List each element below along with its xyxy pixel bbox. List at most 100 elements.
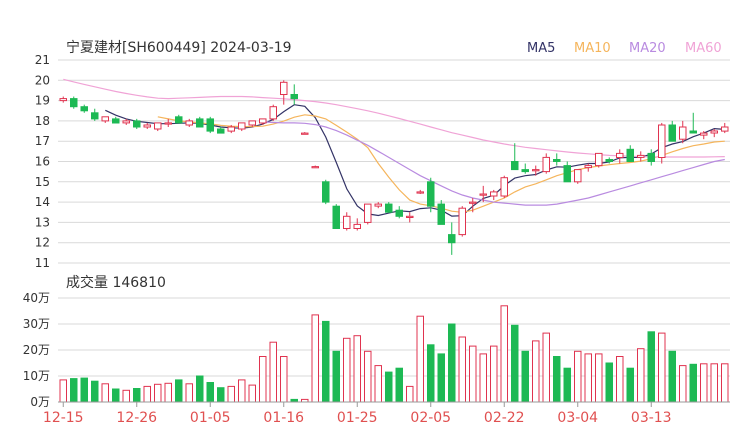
price-tick-label: 18 xyxy=(35,114,50,128)
legend-ma60: MA60 xyxy=(685,41,722,56)
volume-bar xyxy=(101,383,109,403)
candle-body xyxy=(427,181,435,207)
stock-chart-widget: 宁夏建材[SH600449] 2024-03-19 MA5 MA10 MA20 … xyxy=(0,0,740,440)
volume-bar xyxy=(595,353,603,403)
price-tick-label: 16 xyxy=(35,155,50,169)
volume-bar xyxy=(80,377,88,403)
volume-tick-label: 10万 xyxy=(23,369,50,383)
candlestick xyxy=(406,212,414,223)
volume-bar xyxy=(406,385,414,403)
candle-body xyxy=(647,152,655,162)
candle-body xyxy=(469,201,477,204)
volume-bar xyxy=(280,356,288,403)
volume-bar xyxy=(364,350,372,403)
volume-bars xyxy=(59,305,729,403)
candlestick xyxy=(595,152,603,168)
candlestick xyxy=(353,218,361,231)
candlestick xyxy=(542,153,550,174)
legend-ma5: MA5 xyxy=(527,41,555,56)
volume-bar xyxy=(196,375,204,403)
volume-bar xyxy=(553,356,561,403)
candle-body xyxy=(143,124,151,128)
candle-body xyxy=(343,215,351,230)
candle-body xyxy=(59,98,67,102)
volume-tick-label: 40万 xyxy=(23,291,50,305)
volume-tick-label: 0万 xyxy=(30,395,50,409)
candle-body xyxy=(563,165,571,183)
price-tick-label: 19 xyxy=(35,94,50,108)
volume-bar xyxy=(679,365,687,403)
volume-bar xyxy=(70,378,78,403)
candle-body xyxy=(374,203,382,207)
candlestick xyxy=(206,116,214,134)
price-tick-label: 12 xyxy=(35,236,50,250)
volume-bar xyxy=(122,389,130,403)
candle-body xyxy=(437,203,445,225)
candle-body xyxy=(80,106,88,112)
candlestick xyxy=(563,161,571,183)
volume-bar xyxy=(658,332,666,403)
candlesticks xyxy=(59,80,729,255)
candle-body xyxy=(595,152,603,167)
candlestick xyxy=(59,96,67,103)
candle-body xyxy=(322,181,330,203)
volume-bar xyxy=(353,335,361,403)
x-tick-label: 02-05 xyxy=(410,410,451,426)
volume-bar xyxy=(710,363,718,403)
volume-bar xyxy=(322,320,330,403)
volume-bar xyxy=(206,382,214,403)
candle-body xyxy=(500,177,508,197)
x-tick-label: 12-26 xyxy=(116,410,157,426)
volume-bar xyxy=(563,367,571,403)
candle-body xyxy=(605,159,613,162)
candlestick xyxy=(584,163,592,172)
volume-y-axis: 0万 10万 20万 30万 40万 xyxy=(23,291,50,409)
candle-body xyxy=(490,191,498,197)
candlestick xyxy=(154,122,162,132)
candlestick xyxy=(301,132,309,135)
candle-body xyxy=(101,116,109,122)
volume-tick-label: 20万 xyxy=(23,343,50,357)
candlestick xyxy=(521,163,529,174)
candle-body xyxy=(532,169,540,172)
candle-body xyxy=(280,81,288,96)
candle-body xyxy=(133,120,141,128)
candle-body xyxy=(353,223,361,229)
x-tick-label: 01-05 xyxy=(190,410,231,426)
candlestick xyxy=(91,108,99,121)
candlestick xyxy=(658,122,666,164)
candle-body xyxy=(122,120,130,124)
candle-body xyxy=(311,166,319,169)
volume-bar xyxy=(437,353,445,403)
candle-body xyxy=(406,215,414,219)
volume-bar xyxy=(500,305,508,403)
candlestick xyxy=(574,169,582,184)
candle-body xyxy=(710,130,718,134)
candle-body xyxy=(185,120,193,126)
volume-bar xyxy=(91,380,99,403)
volume-bar xyxy=(332,350,340,403)
candlestick xyxy=(416,189,424,194)
candlestick xyxy=(322,179,330,205)
candle-body xyxy=(458,207,466,236)
price-tick-label: 13 xyxy=(35,215,50,229)
volume-bar xyxy=(175,379,183,403)
candle-body xyxy=(206,118,214,132)
volume-bar xyxy=(616,356,624,403)
volume-bar xyxy=(605,362,613,403)
price-tick-label: 20 xyxy=(35,73,50,87)
candlestick xyxy=(721,122,729,134)
volume-bar xyxy=(469,345,477,403)
volume-bar xyxy=(311,314,319,403)
candlestick xyxy=(689,112,697,134)
date-x-axis: 12-15 12-26 01-05 01-16 01-25 02-05 02-22 03-04… xyxy=(43,401,730,426)
volume-bar xyxy=(448,323,456,403)
volume-bar xyxy=(238,379,246,403)
candlestick xyxy=(143,122,151,130)
volume-bar xyxy=(385,371,393,403)
candle-body xyxy=(721,126,729,132)
candlestick xyxy=(437,200,445,225)
candlestick xyxy=(101,116,109,123)
candlestick xyxy=(458,206,466,237)
candlestick xyxy=(448,222,456,255)
